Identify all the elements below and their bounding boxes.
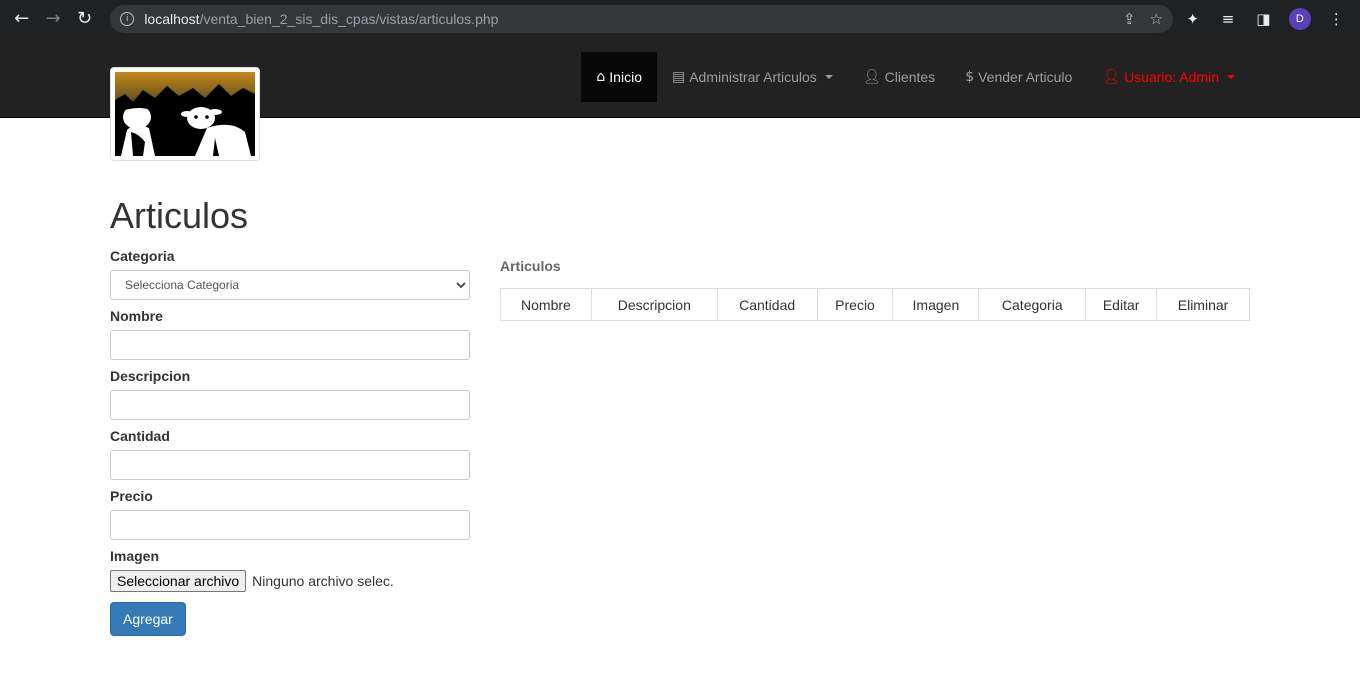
side-panel-icon[interactable]: ◨ (1248, 10, 1279, 28)
list-icon: ▤ (671, 69, 686, 85)
precio-input[interactable] (110, 510, 470, 540)
agregar-button[interactable]: Agregar (110, 602, 186, 636)
address-bar[interactable]: i localhost/venta_bien_2_sis_dis_cpas/vi… (110, 4, 1173, 33)
column-header: Descripcion (590, 288, 718, 321)
nav-vender-articulo[interactable]: $ Vender Articulo (950, 52, 1087, 102)
nav-inicio-label: Inicio (609, 69, 642, 85)
imagen-label: Imagen (110, 548, 160, 564)
media-icon[interactable]: ≡ (1212, 10, 1243, 28)
cantidad-input[interactable] (110, 450, 470, 480)
column-header: Cantidad (716, 288, 818, 321)
forward-icon[interactable]: → (39, 5, 66, 33)
nav-administrar-articulos[interactable]: ▤ Administrar Articulos (657, 52, 848, 102)
file-picker: Seleccionar archivo Ninguno archivo sele… (110, 570, 470, 592)
nav-clientes-label: Clientes (884, 69, 936, 85)
nav-vender-label: Vender Articulo (978, 69, 1073, 85)
site-navbar: ⌂ Inicio ▤ Administrar Articulos 👤︎ Clie… (0, 37, 1360, 161)
nav-usuario-label: Usuario: Admin (1124, 69, 1219, 85)
site-logo[interactable] (110, 67, 260, 161)
column-header: Imagen (892, 288, 980, 321)
column-header: Nombre (500, 288, 592, 321)
profile-avatar[interactable]: D (1289, 7, 1311, 30)
table-title: Articulos (500, 258, 561, 274)
share-icon[interactable]: ⇪ (1123, 10, 1136, 28)
reload-icon[interactable]: ↻ (71, 5, 98, 33)
star-icon[interactable]: ☆ (1150, 10, 1163, 28)
column-header: Categoria (978, 288, 1087, 321)
file-status: Ninguno archivo selec. (252, 573, 394, 589)
caret-down-icon (1227, 75, 1235, 79)
column-header: Eliminar (1156, 288, 1250, 321)
articulos-table: Nombre Descripcion Cantidad Precio Image… (500, 288, 1250, 321)
nav-usuario[interactable]: 👤︎ Usuario: Admin (1087, 52, 1250, 102)
page-title: Articulos (110, 195, 249, 236)
extensions-icon[interactable]: ✦ (1177, 10, 1208, 28)
column-header: Editar (1085, 288, 1158, 321)
back-icon[interactable]: ← (8, 5, 35, 33)
main-menu: ⌂ Inicio ▤ Administrar Articulos 👤︎ Clie… (581, 52, 1250, 102)
nav-clientes[interactable]: 👤︎ Clientes (848, 52, 950, 102)
article-form: Categoria Selecciona Categoria Nombre De… (110, 248, 470, 636)
nav-administrar-label: Administrar Articulos (689, 69, 817, 85)
user-icon: 👤︎ (1102, 69, 1121, 85)
nombre-input[interactable] (110, 330, 470, 360)
url-host: localhost (144, 10, 200, 27)
nav-inicio[interactable]: ⌂ Inicio (581, 52, 657, 102)
descripcion-input[interactable] (110, 390, 470, 420)
choose-file-button[interactable]: Seleccionar archivo (110, 570, 247, 592)
categoria-label: Categoria (110, 248, 175, 264)
nombre-label: Nombre (110, 308, 163, 324)
info-icon[interactable]: i (120, 11, 135, 26)
cantidad-label: Cantidad (110, 428, 170, 444)
column-header: Precio (816, 288, 894, 321)
precio-label: Precio (110, 488, 153, 504)
descripcion-label: Descripcion (110, 368, 191, 384)
caret-down-icon (824, 75, 833, 79)
menu-kebab-icon[interactable]: ⋮ (1321, 10, 1352, 28)
user-icon: 👤︎ (862, 69, 881, 85)
logo-image (115, 72, 255, 156)
categoria-select[interactable]: Selecciona Categoria (110, 270, 470, 300)
home-icon: ⌂ (596, 69, 606, 85)
dollar-icon: $ (965, 69, 975, 85)
table-header-row: Nombre Descripcion Cantidad Precio Image… (500, 288, 1250, 321)
url-path: /venta_bien_2_sis_dis_cpas/vistas/articu… (199, 10, 499, 27)
browser-toolbar: ← → ↻ i localhost/venta_bien_2_sis_dis_c… (0, 0, 1360, 37)
